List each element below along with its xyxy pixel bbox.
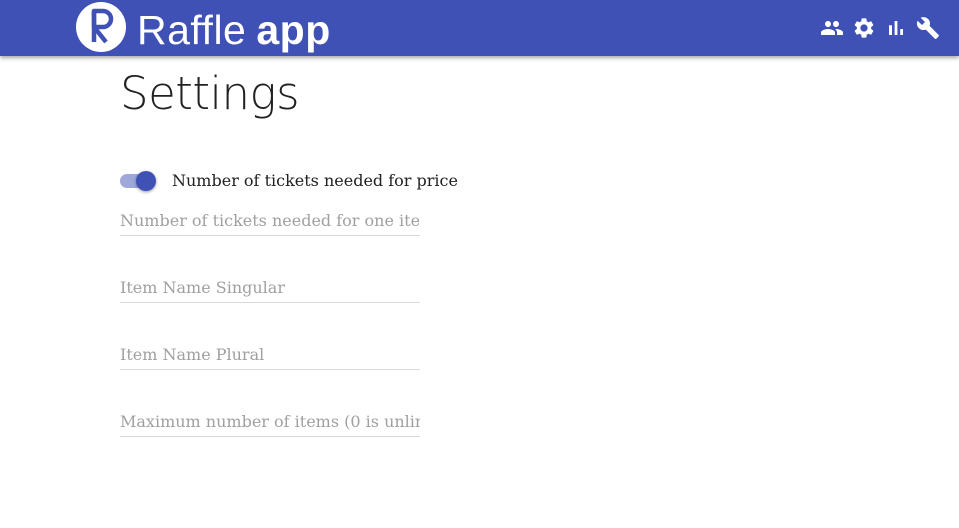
app-bar: Raffle app (0, 0, 959, 56)
raffle-r-logo-icon (76, 2, 126, 52)
settings-content: Settings Number of tickets needed for pr… (120, 56, 720, 437)
app-name: Raffle app (137, 2, 331, 58)
item-name-plural-field (120, 341, 420, 370)
tools-button[interactable] (916, 14, 940, 42)
max-items-input[interactable] (120, 410, 420, 434)
app-logo[interactable]: Raffle app (75, 0, 331, 56)
tickets-per-item-input[interactable] (120, 209, 420, 233)
item-name-singular-input[interactable] (120, 276, 420, 300)
max-items-field (120, 408, 420, 437)
tickets-price-toggle-label: Number of tickets needed for price (172, 171, 458, 190)
settings-button[interactable] (852, 14, 876, 42)
wrench-icon (916, 17, 939, 39)
item-name-singular-field (120, 274, 420, 303)
app-name-part2: app (256, 7, 331, 53)
toolbar-actions (820, 14, 940, 42)
statistics-button[interactable] (884, 14, 908, 42)
toggle-thumb (136, 171, 156, 191)
users-button[interactable] (820, 14, 844, 42)
tickets-per-item-field (120, 207, 420, 236)
page-title: Settings (120, 67, 300, 120)
bar-chart-icon (889, 21, 903, 35)
people-icon (821, 21, 843, 35)
item-name-plural-input[interactable] (120, 343, 420, 367)
tickets-price-toggle-row: Number of tickets needed for price (120, 164, 458, 191)
app-name-part1: Raffle (137, 7, 247, 53)
tickets-price-toggle[interactable] (120, 167, 156, 191)
gear-icon (854, 18, 874, 38)
